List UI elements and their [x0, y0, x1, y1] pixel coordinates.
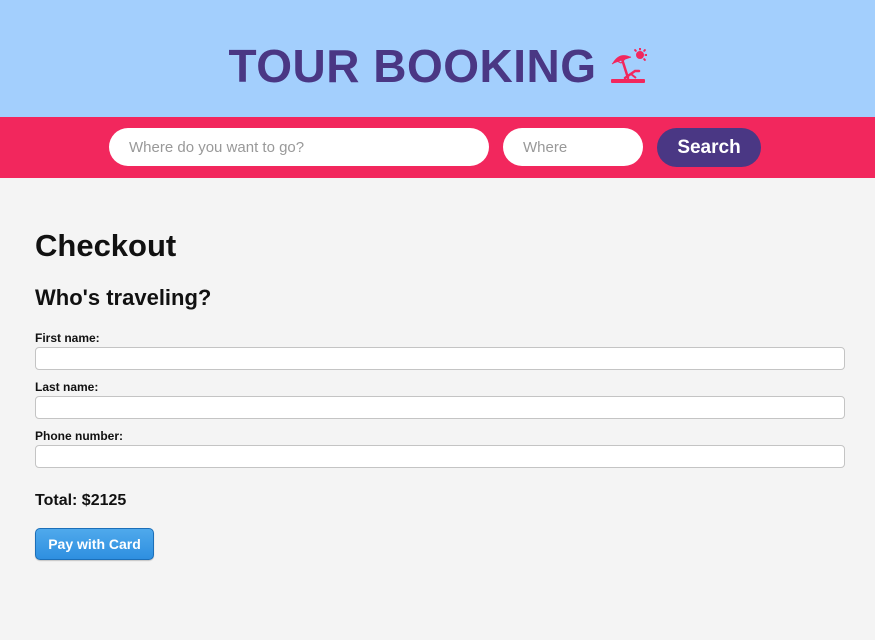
- site-header: TOUR BOOKING: [0, 0, 875, 117]
- pay-with-card-button[interactable]: Pay with Card: [35, 528, 154, 560]
- order-total: Total: $2125: [35, 492, 127, 509]
- first-name-label: First name:: [35, 331, 100, 345]
- search-bar: Search: [0, 117, 875, 178]
- site-title: TOUR BOOKING: [228, 39, 597, 92]
- search-button[interactable]: Search: [657, 128, 761, 167]
- first-name-field[interactable]: [35, 347, 845, 370]
- last-name-label: Last name:: [35, 380, 99, 394]
- last-name-field[interactable]: [35, 396, 845, 419]
- page-title: Checkout: [35, 228, 177, 263]
- checkout-section: Checkout Who's traveling? First name: La…: [0, 178, 875, 560]
- brand: TOUR BOOKING: [228, 39, 647, 93]
- section-subtitle: Who's traveling?: [35, 285, 212, 310]
- beach-umbrella-icon: [610, 47, 647, 83]
- phone-number-label: Phone number:: [35, 429, 124, 443]
- traveler-form: First name: Last name: Phone number:: [35, 331, 845, 468]
- where-input[interactable]: [503, 128, 643, 166]
- phone-number-field[interactable]: [35, 445, 845, 468]
- destination-search-input[interactable]: [109, 128, 489, 166]
